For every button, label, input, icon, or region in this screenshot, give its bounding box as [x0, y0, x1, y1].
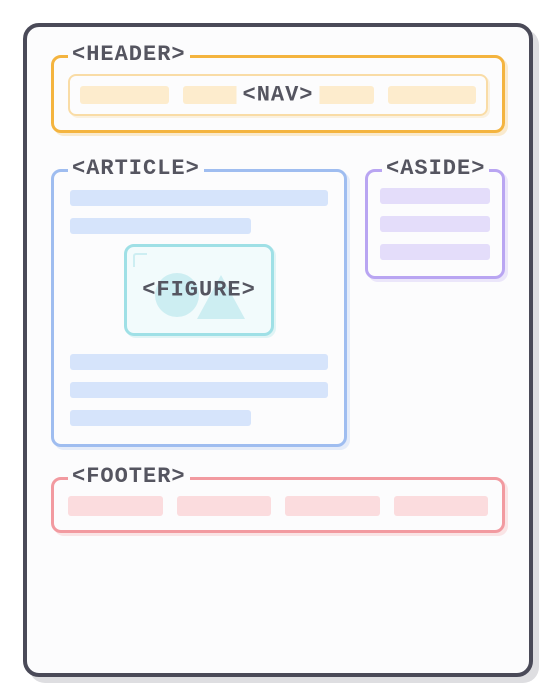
figure-tag-label: <FIGURE> [142, 278, 256, 303]
footer-item-placeholder [285, 496, 380, 516]
aside-line-placeholder [380, 188, 490, 204]
footer-tag-label: <FOOTER> [68, 466, 190, 488]
figure-corner-decoration [133, 253, 147, 267]
aside-tag-label: <ASIDE> [382, 158, 489, 180]
nav-item-placeholder [388, 86, 477, 104]
header-tag-label: <HEADER> [68, 44, 190, 66]
nav-tag-label: <NAV> [236, 83, 319, 108]
footer-item-placeholder [177, 496, 272, 516]
footer-item-placeholder [68, 496, 163, 516]
nav-item-placeholder [80, 86, 169, 104]
footer-region: <FOOTER> [51, 477, 505, 533]
text-line-placeholder [70, 354, 328, 370]
aside-line-placeholder [380, 216, 490, 232]
header-region: <HEADER> <NAV> [51, 55, 505, 133]
text-line-placeholder [70, 218, 251, 234]
text-line-placeholder [70, 382, 328, 398]
aside-line-placeholder [380, 244, 490, 260]
figure-region: <FIGURE> [124, 244, 274, 336]
article-tag-label: <ARTICLE> [68, 158, 204, 180]
html-semantic-layout-diagram: <HEADER> <NAV> <ARTICLE> <FIGURE> [23, 23, 533, 677]
aside-region: <ASIDE> [365, 169, 505, 279]
article-region: <ARTICLE> <FIGURE> [51, 169, 347, 447]
text-line-placeholder [70, 190, 328, 206]
nav-region: <NAV> [68, 74, 488, 116]
text-line-placeholder [70, 410, 251, 426]
footer-item-placeholder [394, 496, 489, 516]
main-content-row: <ARTICLE> <FIGURE> <ASIDE> [51, 169, 505, 447]
